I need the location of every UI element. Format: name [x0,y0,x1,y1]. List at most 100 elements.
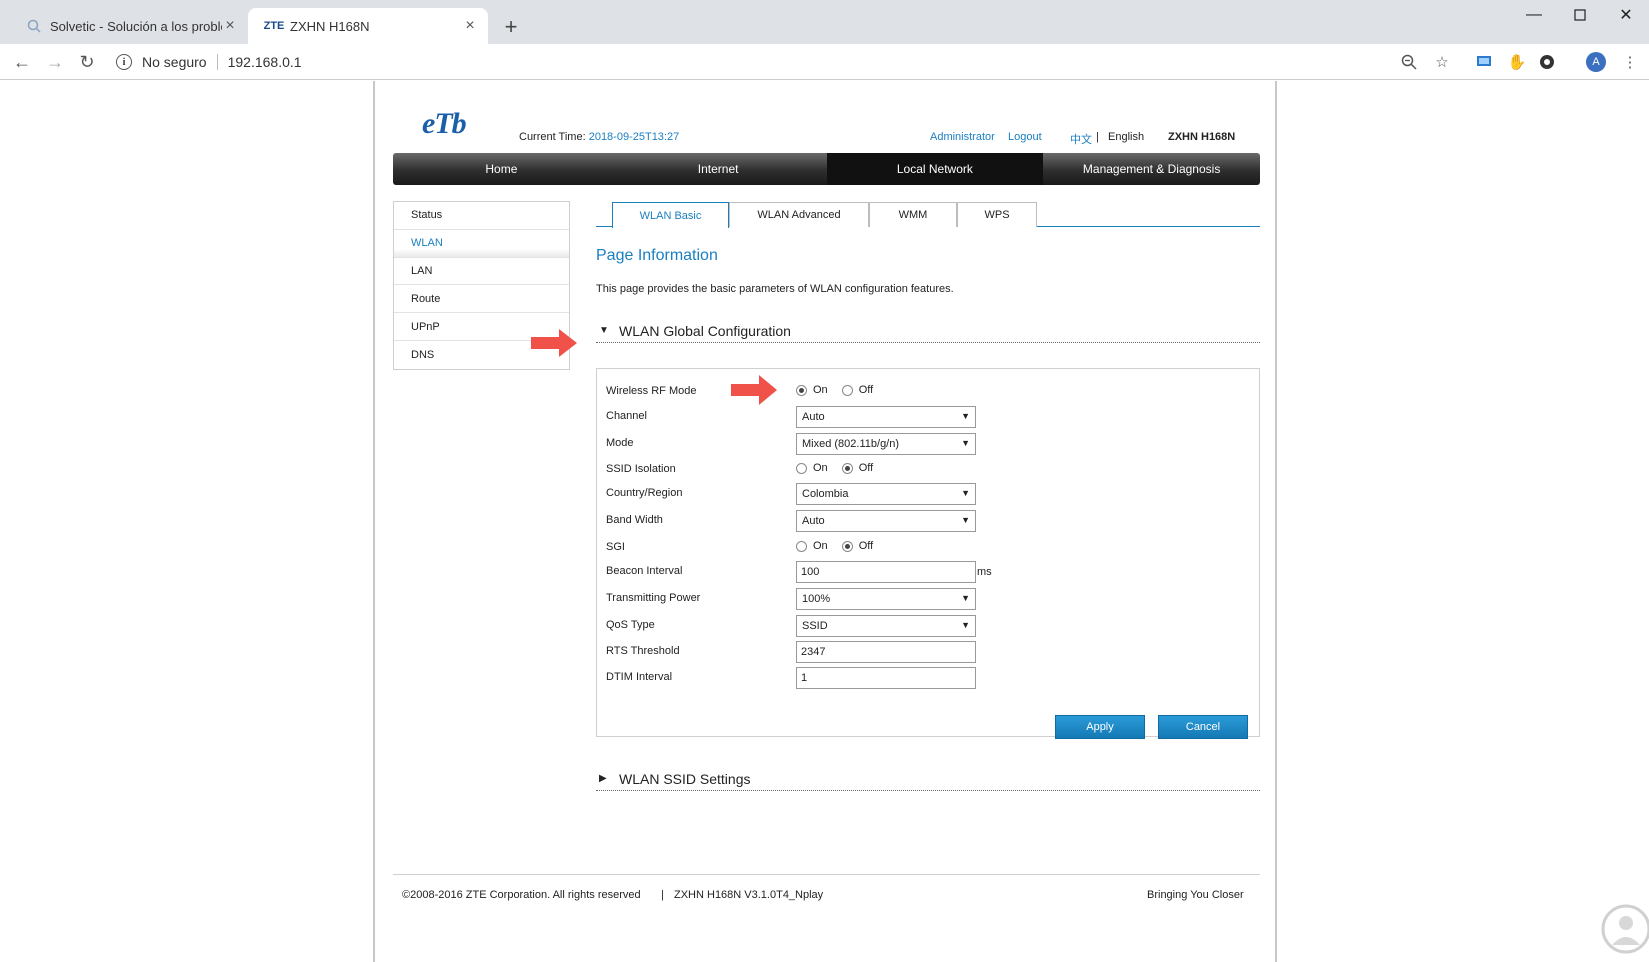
section-wlan-global[interactable]: ▼ WLAN Global Configuration [596,319,1260,343]
tx-power-select[interactable]: 100% ▼ [796,588,976,610]
sgi-on-radio[interactable] [796,540,807,552]
dtim-interval-input[interactable]: 1 [796,667,976,689]
radio-label: On [813,462,828,474]
solvetic-favicon-icon [26,18,42,34]
field-label: SGI [606,541,625,553]
footer-version[interactable]: ZXHN H168N V3.1.0T4_Nplay [674,889,823,901]
info-icon[interactable]: i [116,54,132,70]
sgi-radios: On Off [796,540,887,552]
field-label: Beacon Interval [606,565,683,577]
row-band-width: Band Width Auto ▼ [606,510,1246,532]
bookmark-star-icon[interactable]: ☆ [1432,52,1452,72]
channel-select[interactable]: Auto ▼ [796,406,976,428]
omnibox[interactable]: i No seguro 192.168.0.1 [116,48,302,76]
bandwidth-select[interactable]: Auto ▼ [796,510,976,532]
dropdown-arrow-icon: ▼ [961,515,970,525]
extension-icon[interactable]: ✋ [1507,52,1527,72]
vpn-extension-icon[interactable] [1537,52,1557,72]
cast-extension-icon[interactable] [1474,52,1494,72]
field-label: Transmitting Power [606,592,701,604]
dropdown-arrow-icon: ▼ [961,438,970,448]
ssid-isolation-on-radio[interactable] [796,462,807,474]
rts-threshold-input[interactable]: 2347 [796,641,976,663]
row-ssid-isolation: SSID Isolation On Off [606,459,1246,481]
solvetic-watermark-icon [1601,904,1649,954]
radio-label: Off [858,462,874,474]
row-wireless-rf-mode: Wireless RF Mode On Off [606,381,1246,403]
close-tab-icon[interactable]: × [222,17,238,35]
footer-divider [393,874,1260,875]
section-wlan-ssid[interactable]: ▶ WLAN SSID Settings [596,767,1260,791]
footer-copyright: ©2008-2016 ZTE Corporation. All rights r… [402,889,641,901]
sidebar-item-wlan[interactable]: WLAN [394,229,569,258]
expand-triangle-icon[interactable]: ▶ [596,773,619,784]
maximize-icon[interactable] [1557,0,1603,30]
country-select[interactable]: Colombia ▼ [796,483,976,505]
router-page: eTb Current Time: 2018-09-25T13:27 Admin… [0,81,1649,962]
zte-favicon-icon: ZTE [263,20,285,32]
sidebar-item-status[interactable]: Status [394,202,569,230]
lang-english[interactable]: English [1108,131,1144,143]
menu-dots-icon[interactable]: ⋮ [1620,52,1640,72]
reload-icon[interactable]: ↻ [75,50,99,74]
minimize-icon[interactable]: — [1511,0,1557,30]
wlan-tabs: WLAN Basic WLAN Advanced WMM WPS [596,201,1260,228]
logout-link[interactable]: Logout [1008,131,1042,143]
nav-home[interactable]: Home [393,153,610,185]
nav-management-diagnosis[interactable]: Management & Diagnosis [1043,153,1260,185]
radio-label: On [813,540,828,552]
select-value: 100% [802,593,831,605]
beacon-interval-input[interactable]: 100 [796,561,976,583]
row-country-region: Country/Region Colombia ▼ [606,483,1246,505]
tab-wlan-advanced[interactable]: WLAN Advanced [729,202,869,227]
cancel-button[interactable]: Cancel [1158,715,1248,739]
page-left-border [373,81,375,962]
nav-internet[interactable]: Internet [610,153,827,185]
field-label: RTS Threshold [606,645,680,657]
forward-icon[interactable]: → [43,50,67,74]
lang-chinese-text[interactable]: 中文 [1070,134,1092,146]
sidebar-item-route[interactable]: Route [394,285,569,314]
device-model: ZXHN H168N [1168,131,1236,143]
browser-tab-solvetic[interactable]: Solvetic - Solución a los problem × [8,8,248,44]
mode-select[interactable]: Mixed (802.11b/g/n) ▼ [796,433,976,455]
page-info-title: Page Information [596,247,718,264]
logout-text[interactable]: Logout [1008,131,1042,143]
field-label: SSID Isolation [606,463,676,475]
admin-link[interactable]: Administrator [930,131,995,143]
field-label: DTIM Interval [606,671,673,683]
dropdown-arrow-icon: ▼ [961,620,970,630]
tab-wmm[interactable]: WMM [869,202,957,227]
select-value: Mixed (802.11b/g/n) [802,438,900,450]
rf-mode-off-radio[interactable] [841,384,853,396]
nav-local-network[interactable]: Local Network [826,153,1044,185]
radio-label: Off [858,540,874,552]
tab-wps[interactable]: WPS [957,202,1037,227]
ssid-isolation-off-radio[interactable] [841,462,853,474]
url-text[interactable]: 192.168.0.1 [228,54,302,70]
profile-avatar[interactable]: A [1586,52,1606,72]
rf-mode-on-radio[interactable] [796,384,807,396]
sidebar-item-lan[interactable]: LAN [394,258,569,286]
close-window-icon[interactable]: ✕ [1603,0,1649,30]
collapse-triangle-icon[interactable]: ▼ [596,325,619,336]
browser-tab-zxhn[interactable]: ZTE ZXHN H168N × [248,8,488,44]
dropdown-arrow-icon: ▼ [961,488,970,498]
zoom-icon[interactable] [1399,52,1419,72]
qos-type-select[interactable]: SSID ▼ [796,615,976,637]
lang-chinese-link[interactable]: 中文 [1070,131,1092,147]
row-transmitting-power: Transmitting Power 100% ▼ [606,588,1246,610]
row-mode: Mode Mixed (802.11b/g/n) ▼ [606,433,1246,455]
close-tab-icon[interactable]: × [462,17,478,35]
sgi-off-radio[interactable] [841,540,853,552]
beacon-unit: ms [977,566,992,578]
back-icon[interactable]: ← [10,50,34,74]
tab-wlan-basic[interactable]: WLAN Basic [612,202,729,228]
apply-button[interactable]: Apply [1055,715,1145,739]
page-right-border [1275,81,1277,962]
main-nav: Home Internet Local Network Management &… [393,153,1260,185]
new-tab-icon[interactable]: + [500,14,522,40]
row-rts-threshold: RTS Threshold 2347 [606,641,1246,663]
security-text: No seguro [142,54,207,70]
admin-text[interactable]: Administrator [930,131,995,143]
